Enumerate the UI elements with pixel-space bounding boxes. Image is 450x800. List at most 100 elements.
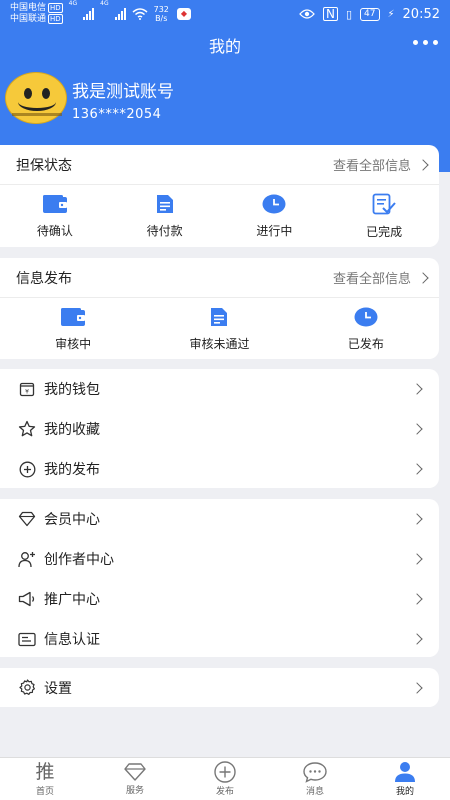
menu-item-creator-center[interactable]: 创作者中心 xyxy=(0,539,439,579)
clock-icon xyxy=(262,194,286,213)
nav-label: 首页 xyxy=(35,787,54,797)
hd-badge: HD xyxy=(48,14,63,24)
network-type-1: 4G xyxy=(68,0,78,7)
chevron-right-icon xyxy=(411,633,423,645)
user-phone: 136****2054 xyxy=(72,107,162,122)
menu-label: 我的钱包 xyxy=(44,382,100,398)
signal-icon xyxy=(83,8,95,20)
avatar[interactable] xyxy=(5,72,67,124)
nav-label: 服务 xyxy=(125,786,144,796)
gear-icon xyxy=(18,679,35,695)
publish-under-review[interactable]: 审核中 xyxy=(0,298,146,360)
home-icon: 推 xyxy=(35,761,55,783)
view-all-link[interactable]: 查看全部信息 xyxy=(333,268,411,287)
wifi-icon xyxy=(132,8,148,20)
nav-mine[interactable]: 我的 xyxy=(360,758,450,800)
clock-icon xyxy=(354,307,378,326)
menu-item-settings[interactable]: 设置 xyxy=(0,668,439,707)
checklist-icon xyxy=(372,193,396,214)
chevron-right-icon xyxy=(417,271,429,284)
status-bar: 中国电信 HD 中国联通 HD 4G 4G 732 B/s ◆ N ▯ 47 ⚡ 2 xyxy=(0,0,450,28)
chevron-right-icon xyxy=(411,423,423,435)
guarantee-status-card: 担保状态 查看全部信息 待确认 待付款 进行中 已完成 xyxy=(0,145,439,247)
info-publish-title: 信息发布 xyxy=(16,270,72,287)
carrier-2: 中国联通 xyxy=(10,14,47,24)
nav-publish[interactable]: 发布 xyxy=(180,758,270,800)
network-speed: 732 B/s xyxy=(153,5,169,23)
info-publish-header[interactable]: 信息发布 查看全部信息 xyxy=(0,258,439,298)
status-label: 审核中 xyxy=(55,336,92,351)
user-icon xyxy=(395,762,415,782)
chevron-right-icon xyxy=(411,553,423,565)
status-label: 进行中 xyxy=(256,223,293,238)
status-pending-confirm[interactable]: 待确认 xyxy=(0,185,110,247)
user-plus-icon xyxy=(18,551,35,567)
page-title: 我的 xyxy=(208,37,241,56)
menu-group-settings: 设置 xyxy=(0,668,439,707)
app-notification-icon: ◆ xyxy=(176,8,191,20)
carrier-info: 中国电信 HD 中国联通 HD xyxy=(10,3,63,25)
guarantee-status-header[interactable]: 担保状态 查看全部信息 xyxy=(0,145,439,185)
nav-label: 发布 xyxy=(215,787,234,797)
menu-label: 我的收藏 xyxy=(44,422,100,438)
wallet-icon xyxy=(42,194,67,213)
chevron-right-icon xyxy=(411,513,423,525)
battery-indicator: 47 xyxy=(360,7,380,21)
nav-services[interactable]: 服务 xyxy=(90,758,180,800)
carrier-1: 中国电信 xyxy=(10,3,47,13)
nav-home[interactable]: 推 首页 xyxy=(0,758,90,800)
wallet-icon xyxy=(61,307,86,326)
svg-text:¥: ¥ xyxy=(25,389,29,396)
nav-messages[interactable]: 消息 xyxy=(270,758,360,800)
menu-item-promotion-center[interactable]: 推广中心 xyxy=(0,579,439,619)
menu-label: 创作者中心 xyxy=(44,552,114,568)
menu-label: 会员中心 xyxy=(44,512,100,528)
menu-label: 设置 xyxy=(44,680,72,697)
menu-item-wallet[interactable]: ¥ 我的钱包 xyxy=(0,369,439,409)
nfc-icon: N xyxy=(323,7,338,21)
title-bar: 我的 xyxy=(0,28,450,62)
menu-label: 信息认证 xyxy=(44,632,100,648)
menu-item-my-posts[interactable]: 我的发布 xyxy=(0,449,439,489)
wallet-outline-icon: ¥ xyxy=(19,382,35,397)
menu-label: 我的发布 xyxy=(44,462,100,478)
vibrate-icon: ▯ xyxy=(345,7,353,21)
profile-section[interactable]: 我是测试账号 136****2054 xyxy=(0,70,450,130)
star-icon xyxy=(18,420,36,437)
status-pending-payment[interactable]: 待付款 xyxy=(110,185,220,247)
menu-item-verification[interactable]: 信息认证 xyxy=(0,619,439,659)
status-label: 待确认 xyxy=(36,223,73,238)
charging-icon: ⚡ xyxy=(387,8,395,20)
chevron-right-icon xyxy=(417,158,429,171)
status-in-progress[interactable]: 进行中 xyxy=(220,185,330,247)
network-type-2: 4G xyxy=(100,0,109,7)
view-all-link[interactable]: 查看全部信息 xyxy=(333,155,411,174)
nav-label: 消息 xyxy=(305,787,324,797)
more-options-icon[interactable] xyxy=(413,40,438,45)
diamond-icon xyxy=(124,763,146,781)
status-label: 待付款 xyxy=(146,223,183,238)
publish-published[interactable]: 已发布 xyxy=(293,298,439,360)
status-label: 审核未通过 xyxy=(189,336,250,351)
status-label: 已完成 xyxy=(366,224,403,239)
menu-label: 推广中心 xyxy=(44,592,100,608)
chevron-right-icon xyxy=(411,383,423,395)
menu-item-favorites[interactable]: 我的收藏 xyxy=(0,409,439,449)
plus-circle-icon xyxy=(214,761,236,783)
chat-icon xyxy=(303,762,327,783)
nav-label: 我的 xyxy=(395,787,414,797)
status-label: 已发布 xyxy=(347,336,384,351)
eye-icon xyxy=(299,9,315,19)
hd-badge: HD xyxy=(48,3,63,13)
chevron-right-icon xyxy=(411,463,423,475)
menu-item-membership[interactable]: 会员中心 xyxy=(0,499,439,539)
signal-icon xyxy=(114,8,126,20)
bottom-navigation: 推 首页 服务 发布 消息 我的 xyxy=(0,757,450,800)
clock-time: 20:52 xyxy=(402,6,440,22)
status-completed[interactable]: 已完成 xyxy=(329,185,439,247)
chevron-right-icon xyxy=(411,681,423,694)
publish-rejected[interactable]: 审核未通过 xyxy=(146,298,292,360)
document-icon xyxy=(156,194,173,213)
menu-group-centers: 会员中心 创作者中心 推广中心 信息认证 xyxy=(0,499,439,657)
megaphone-icon xyxy=(18,591,35,607)
